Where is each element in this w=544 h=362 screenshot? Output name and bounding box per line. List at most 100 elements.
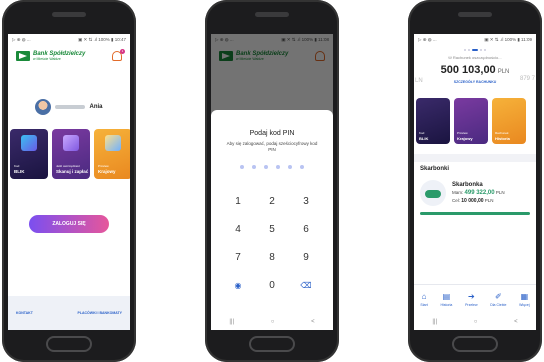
grid-icon: ▦	[520, 291, 529, 301]
phone-pin-entry: ▷ ⊕ ◍ ... ▣ ✕ ⇅ .ıl 100% ▮ 11:08 Bank Sp…	[205, 0, 339, 362]
pager-dot	[484, 49, 486, 51]
tab-label: Więcej	[519, 302, 530, 307]
tab-transfer[interactable]: ➔ Przelew	[465, 292, 478, 307]
account-pager-dots	[414, 49, 536, 51]
scan-icon	[63, 135, 79, 151]
have-value: 499 322,00	[464, 190, 495, 196]
home-button[interactable]	[452, 336, 498, 352]
contact-link[interactable]: KONTAKT	[16, 311, 33, 315]
savings-jar-card[interactable]: Skarbonka Mam: 499 322,00 PLN Cel: 10 00…	[420, 180, 530, 206]
account-balance: 500 103,00 PLN	[414, 64, 536, 76]
key-9[interactable]: 9	[289, 251, 323, 265]
screen: ▷ ⊕ ◍ ... ▣ ✕ ⇅ .ıl 100% ▮ 11:09 ⛁ Rachu…	[414, 34, 536, 330]
card-scan-pay[interactable]: Jeśli oszczędzasz Skanuj i zapłać	[52, 129, 90, 179]
key-2[interactable]: 2	[255, 195, 289, 209]
key-3[interactable]: 3	[289, 195, 323, 209]
home-icon[interactable]: ○	[271, 319, 275, 325]
goal-label: Cel:	[452, 198, 461, 203]
tab-more[interactable]: ▦ Więcej	[519, 291, 530, 307]
home-button[interactable]	[249, 336, 295, 352]
card-caption-big: Krajowy	[98, 169, 116, 175]
tab-label: Dla Ciebie	[490, 302, 507, 307]
card-caption-big: BLIK	[419, 135, 429, 141]
backspace-icon[interactable]: ⌫	[289, 279, 323, 293]
tab-history[interactable]: ▤ Historia	[440, 292, 452, 307]
key-5[interactable]: 5	[255, 223, 289, 237]
card-caption-small: Rachunek	[495, 130, 509, 135]
card-history[interactable]: Rachunek Historia	[492, 98, 526, 144]
recent-apps-icon[interactable]: |||	[229, 319, 234, 325]
back-icon[interactable]: <	[514, 319, 518, 325]
pager-dot	[464, 49, 466, 51]
notifications-bell-icon[interactable]: 1	[112, 49, 125, 61]
back-icon[interactable]: <	[311, 319, 315, 325]
prev-account-peek[interactable]: LN	[415, 78, 423, 84]
key-1[interactable]: 1	[221, 195, 255, 209]
savings-progress-bar	[420, 212, 530, 215]
section-divider	[414, 154, 536, 162]
quick-actions-carousel: Kod BLIK Przelew Krajowy Rachunek Historia	[414, 98, 536, 144]
phone-login-start: ▷ ⊕ ◍ ... ▣ ✕ ⇅ .ıl 100% ▮ 10:47 Bank Sp…	[2, 0, 136, 362]
have-currency: PLN	[495, 190, 505, 195]
status-bar: ▷ ⊕ ◍ ... ▣ ✕ ⇅ .ıl 100% ▮ 10:47	[8, 34, 130, 45]
card-blik[interactable]: Kod BLIK	[416, 98, 450, 144]
screen: ▷ ⊕ ◍ ... ▣ ✕ ⇅ .ıl 100% ▮ 10:47 Bank Sp…	[8, 34, 130, 330]
recent-apps-icon[interactable]: |||	[432, 319, 437, 325]
card-blik[interactable]: Kod BLIK	[10, 129, 48, 179]
status-left-icons: ▷ ⊕ ◍ ...	[418, 36, 437, 42]
card-caption-small: Przelew	[98, 164, 109, 169]
phone-earpiece	[52, 12, 86, 17]
tab-for-you[interactable]: ✐ Dla Ciebie	[490, 291, 507, 307]
key-4[interactable]: 4	[221, 223, 255, 237]
bank-logo-icon	[16, 51, 30, 61]
phone-dashboard: ▷ ⊕ ◍ ... ▣ ✕ ⇅ .ıl 100% ▮ 11:09 ⛁ Rachu…	[408, 0, 542, 362]
home-icon[interactable]: ○	[474, 319, 478, 325]
card-caption-big: Historia	[495, 135, 510, 141]
user-greeting: Ania	[8, 99, 130, 115]
screen: ▷ ⊕ ◍ ... ▣ ✕ ⇅ .ıl 100% ▮ 11:08 Bank Sp…	[211, 34, 333, 330]
pin-title: Podaj kod PIN	[249, 130, 295, 137]
card-caption: Rachunek Historia	[495, 130, 510, 141]
tab-label: Przelew	[465, 302, 478, 307]
card-caption-small: Kod	[419, 130, 425, 135]
status-right: ▣ ✕ ⇅ .ıl 100% ▮ 11:09	[484, 36, 532, 42]
card-caption: Kod BLIK	[419, 130, 429, 141]
screenshot-stage: ▷ ⊕ ◍ ... ▣ ✕ ⇅ .ıl 100% ▮ 10:47 Bank Sp…	[0, 0, 544, 362]
pin-dot	[300, 164, 304, 169]
transfer-icon	[105, 135, 121, 151]
savings-goal: Cel: 10 000,00 PLN	[452, 198, 505, 204]
offers-icon: ✐	[494, 291, 502, 301]
android-nav-bar: ||| ○ <	[211, 314, 333, 330]
savings-section-title: Skarbonki	[420, 166, 450, 172]
card-domestic-transfer[interactable]: Przelew Krajowy	[94, 129, 130, 179]
card-caption-big: Skanuj i zapłać	[56, 169, 89, 175]
card-caption-big: Krajowy	[457, 135, 473, 141]
avatar	[35, 99, 52, 115]
status-bar: ▷ ⊕ ◍ ... ▣ ✕ ⇅ .ıl 100% ▮ 11:09	[414, 34, 536, 45]
bank-logo: Bank Spółdzielczy w Mieście Wałdze	[16, 51, 85, 61]
savings-jar-name: Skarbonka	[452, 182, 483, 188]
footer-links: KONTAKT PLACÓWKI I BANKOMATY	[8, 296, 130, 330]
key-6[interactable]: 6	[289, 223, 323, 237]
fingerprint-icon[interactable]: ◉	[221, 279, 255, 293]
card-domestic-transfer[interactable]: Przelew Krajowy	[454, 98, 488, 144]
key-7[interactable]: 7	[221, 251, 255, 265]
status-left-icons: ▷ ⊕ ◍ ...	[12, 36, 31, 42]
login-button[interactable]: ZALOGUJ SIĘ	[29, 215, 109, 233]
account-details-link[interactable]: SZCZEGÓŁY RACHUNKU	[414, 80, 536, 84]
card-caption: Przelew Krajowy	[457, 130, 473, 141]
next-account-peek[interactable]: 879 7	[520, 76, 535, 82]
key-8[interactable]: 8	[255, 251, 289, 265]
key-0[interactable]: 0	[255, 279, 289, 293]
balance-currency: PLN	[497, 69, 510, 75]
pin-description: Aby się zalogować, podaj sześciocyfrowy …	[226, 141, 318, 152]
account-name-text: Rachunek oszczędnościo...	[452, 55, 502, 60]
home-button[interactable]	[46, 336, 92, 352]
savings-progress-fill	[420, 212, 530, 215]
have-label: Mam:	[452, 190, 464, 195]
tab-start[interactable]: ⌂ Start	[420, 292, 427, 307]
branches-atms-link[interactable]: PLACÓWKI I BANKOMATY	[78, 311, 122, 315]
pin-dot	[252, 164, 256, 169]
pin-indicator	[211, 164, 333, 169]
card-caption-small: Przelew	[457, 130, 468, 135]
